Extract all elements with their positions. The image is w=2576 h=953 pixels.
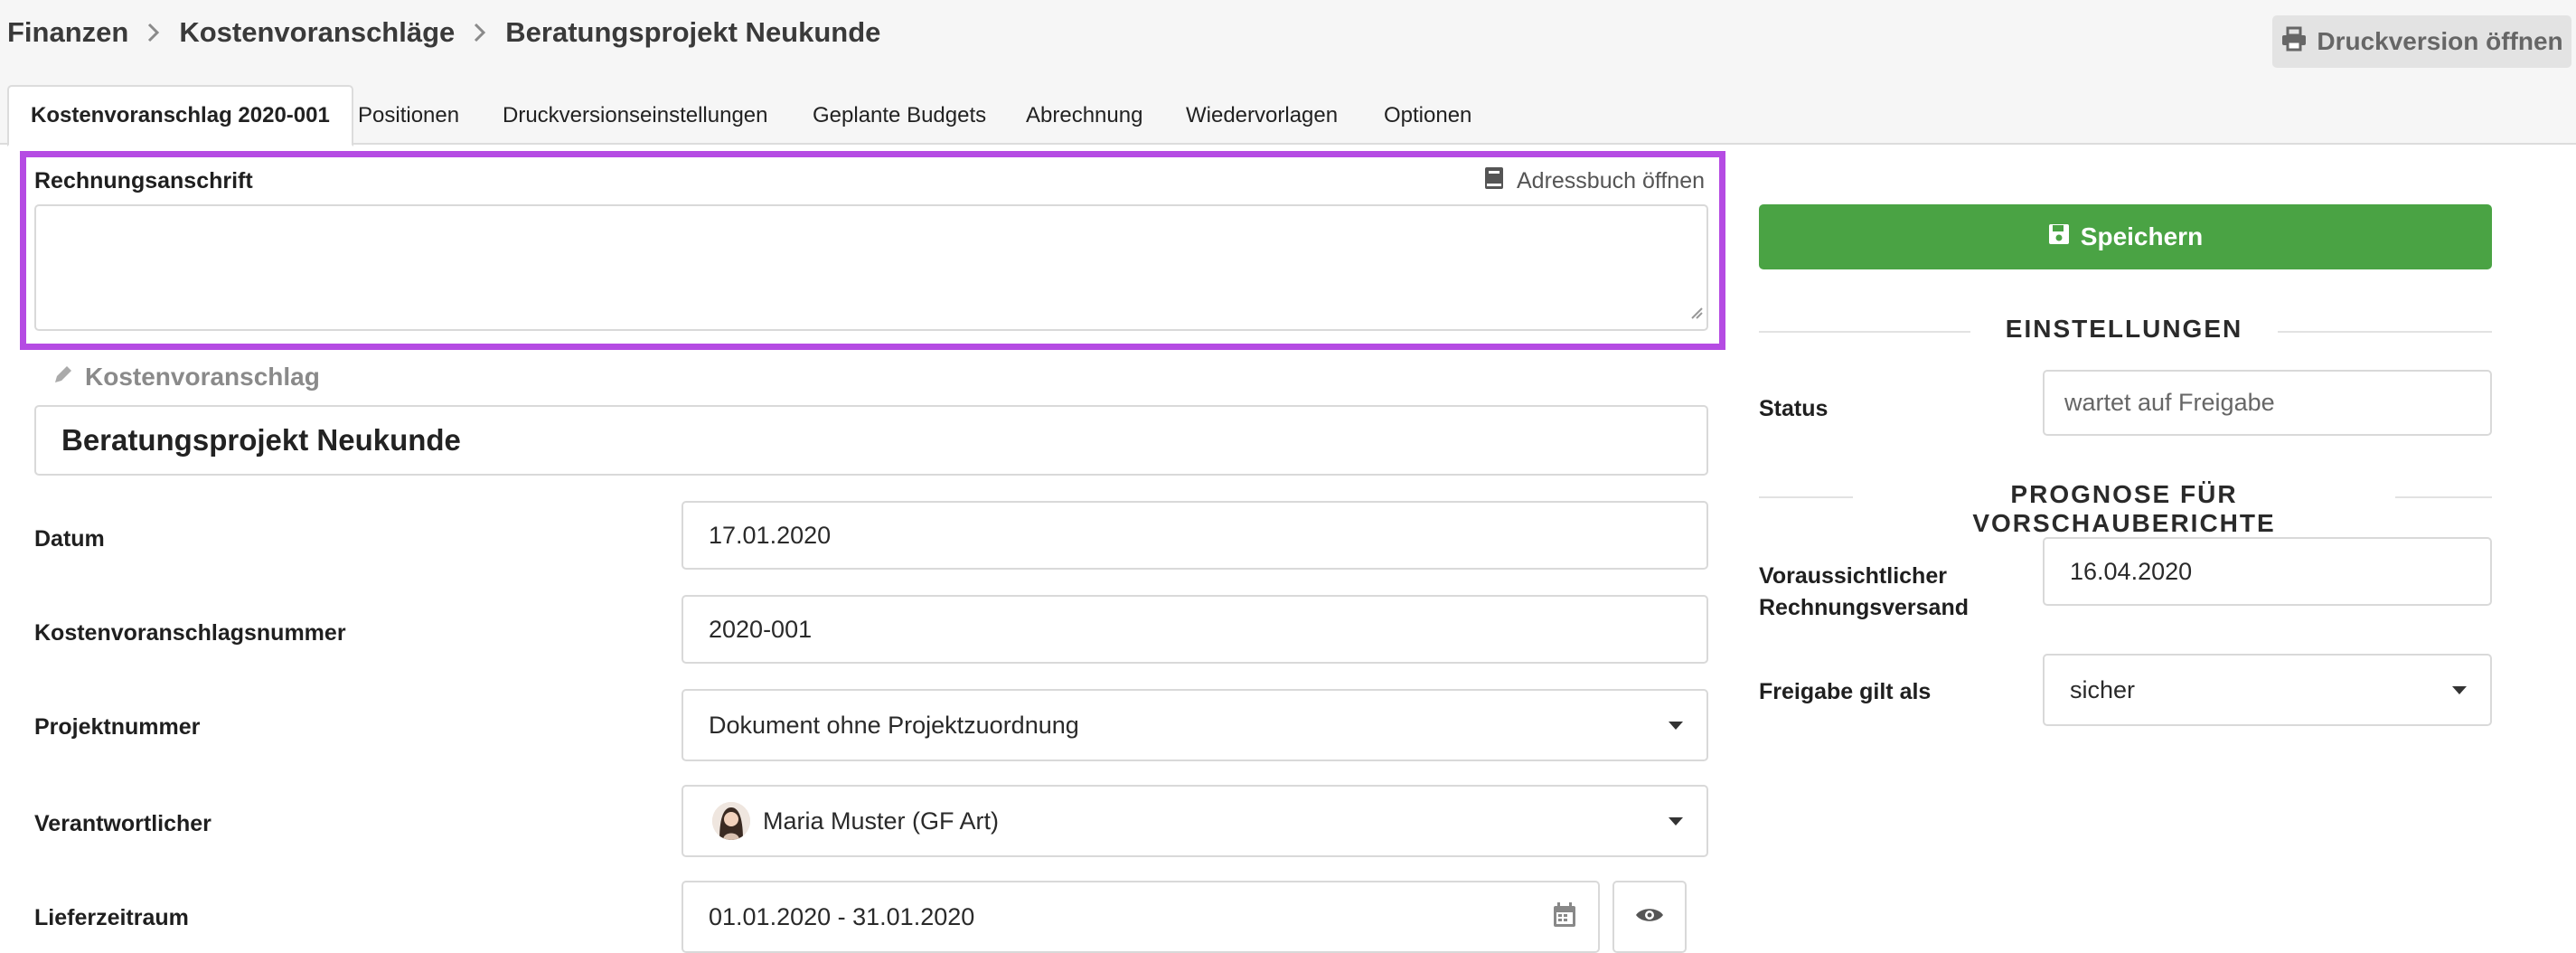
- status-input[interactable]: wartet auf Freigabe: [2043, 370, 2492, 436]
- settings-heading: EINSTELLUNGEN: [1970, 315, 2278, 344]
- delivery-period-label: Lieferzeitraum: [34, 905, 189, 930]
- breadcrumb: Finanzen Kostenvoranschläge Beratungspro…: [7, 16, 880, 49]
- chevron-right-icon: [146, 23, 161, 42]
- responsible-label: Verantwortlicher: [34, 811, 212, 836]
- tab-optionen[interactable]: Optionen: [1362, 85, 1493, 146]
- print-version-label: Druckversion öffnen: [2317, 27, 2563, 55]
- breadcrumb-item-current: Beratungsprojekt Neukunde: [505, 16, 881, 48]
- estimate-number-label: Kostenvoranschlagsnummer: [34, 620, 346, 646]
- project-number-label: Projektnummer: [34, 714, 201, 740]
- tab-kostenvoranschlag[interactable]: Kostenvoranschlag 2020-001: [7, 85, 353, 146]
- status-label: Status: [1759, 396, 1829, 421]
- visibility-toggle-button[interactable]: [1612, 881, 1687, 953]
- estimate-number-input[interactable]: 2020-001: [682, 595, 1708, 664]
- avatar: [712, 802, 750, 840]
- chevron-down-icon: [1669, 817, 1683, 826]
- expected-invoice-date-input[interactable]: 16.04.2020: [2043, 537, 2492, 606]
- tab-wiedervorlagen[interactable]: Wiedervorlagen: [1164, 85, 1359, 146]
- billing-address-highlight-frame: [20, 151, 1725, 350]
- project-number-select[interactable]: Dokument ohne Projektzuordnung: [682, 689, 1708, 761]
- breadcrumb-item-finanzen[interactable]: Finanzen: [7, 16, 128, 49]
- chevron-down-icon: [2452, 686, 2467, 694]
- pencil-icon: [52, 363, 74, 392]
- release-label: Freigabe gilt als: [1759, 679, 1932, 704]
- save-button[interactable]: Speichern: [1759, 204, 2492, 269]
- tab-geplante-budgets[interactable]: Geplante Budgets: [791, 85, 1008, 146]
- chevron-down-icon: [1669, 722, 1683, 730]
- forecast-heading: PROGNOSE FÜR VORSCHAUBERICHTE: [1853, 480, 2395, 538]
- top-bar: Finanzen Kostenvoranschläge Beratungspro…: [0, 0, 2576, 76]
- print-version-button[interactable]: Druckversion öffnen: [2272, 15, 2571, 68]
- expected-invoice-label: Voraussichtlicher Rechnungsversand: [1759, 563, 1970, 620]
- release-select[interactable]: sicher: [2043, 654, 2492, 726]
- title-field-header: Kostenvoranschlag: [52, 363, 320, 392]
- floppy-disk-icon: [2048, 222, 2070, 251]
- save-label: Speichern: [2080, 222, 2204, 250]
- chevron-right-icon: [473, 23, 487, 42]
- date-input[interactable]: 17.01.2020: [682, 501, 1708, 570]
- tab-positionen[interactable]: Positionen: [336, 85, 481, 146]
- date-label: Datum: [34, 526, 105, 552]
- title-input[interactable]: Beratungsprojekt Neukunde: [34, 405, 1708, 476]
- tab-bar: Kostenvoranschlag 2020-001 Positionen Dr…: [0, 76, 2576, 146]
- eye-icon: [1635, 903, 1664, 931]
- tab-abrechnung[interactable]: Abrechnung: [1004, 85, 1164, 146]
- responsible-select[interactable]: Maria Muster (GF Art): [682, 785, 1708, 857]
- printer-icon: [2280, 26, 2308, 58]
- breadcrumb-item-kostenvoranschlaege[interactable]: Kostenvoranschläge: [179, 16, 455, 49]
- tab-druckversionseinstellungen[interactable]: Druckversionseinstellungen: [481, 85, 789, 146]
- calendar-icon[interactable]: [1553, 902, 1576, 934]
- delivery-period-input[interactable]: 01.01.2020 - 31.01.2020: [682, 881, 1600, 953]
- title-field-label: Kostenvoranschlag: [85, 363, 320, 391]
